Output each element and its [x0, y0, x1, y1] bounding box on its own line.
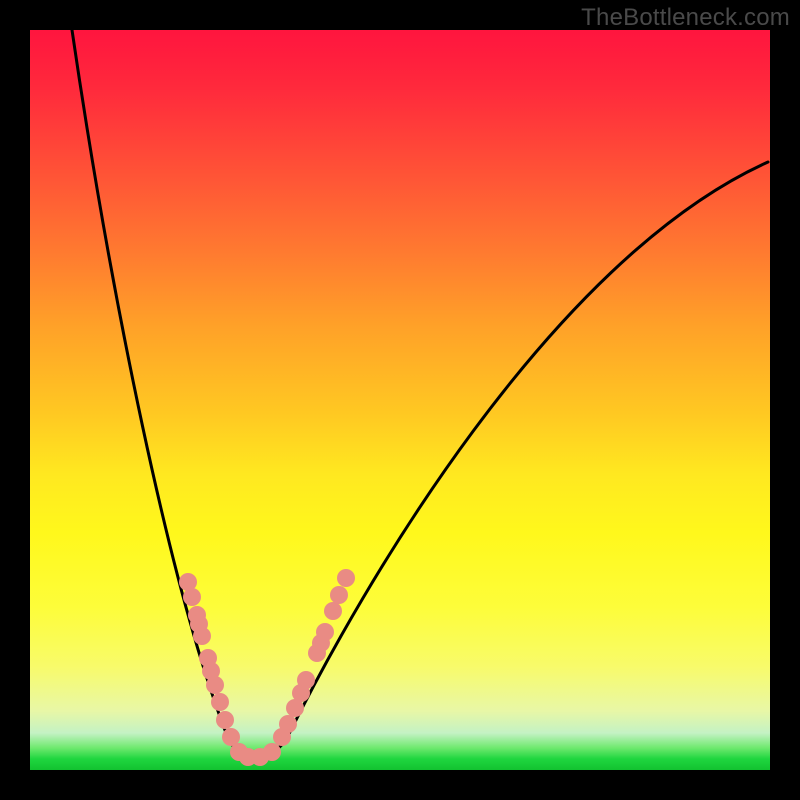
highlight-dot [211, 693, 229, 711]
bottleneck-curve [72, 30, 768, 759]
chart-frame: TheBottleneck.com [0, 0, 800, 800]
highlight-dot [216, 711, 234, 729]
highlight-dot [183, 588, 201, 606]
highlight-dots-group [179, 569, 355, 766]
watermark-text: TheBottleneck.com [581, 4, 790, 32]
highlight-dot [316, 623, 334, 641]
highlight-dot [337, 569, 355, 587]
highlight-dot [193, 627, 211, 645]
highlight-dot [330, 586, 348, 604]
highlight-dot [263, 743, 281, 761]
highlight-dot [297, 671, 315, 689]
highlight-dot [206, 676, 224, 694]
highlight-dot [324, 602, 342, 620]
plot-area [30, 30, 770, 770]
highlight-dot [279, 715, 297, 733]
curve-layer [30, 30, 770, 770]
